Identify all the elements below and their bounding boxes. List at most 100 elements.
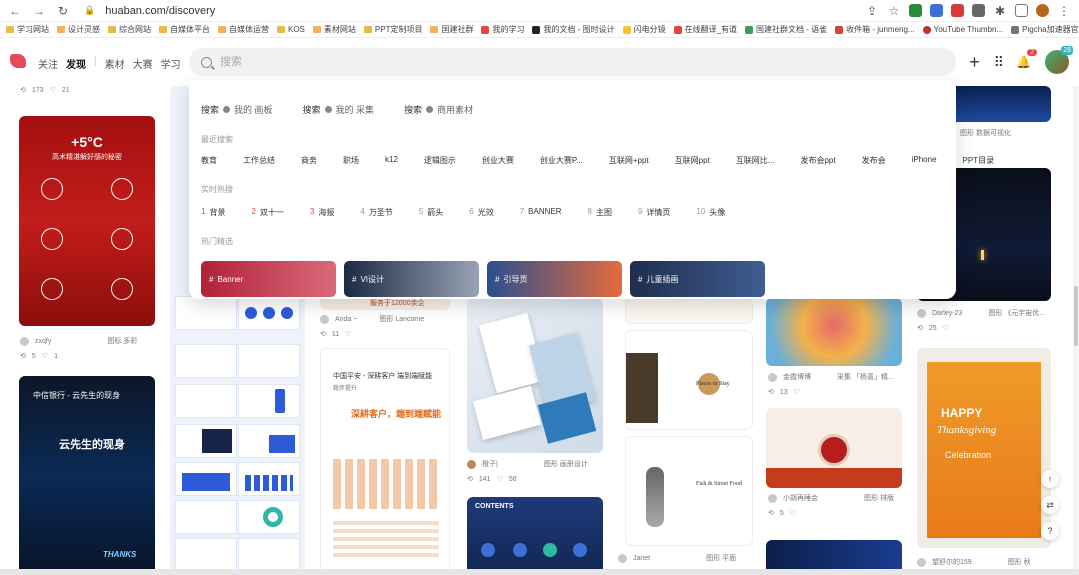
pin-card[interactable] [625,298,753,324]
bookmark[interactable]: 素材网站 [312,24,356,35]
hot-item[interactable]: 10 头像 [696,207,725,218]
recent-item[interactable]: 创业大赛P... [540,155,583,166]
url-field[interactable]: huaban.com/discovery [105,5,855,17]
lock-icon[interactable]: 🔒 [84,5,95,16]
bookmark[interactable]: 国建社群 [430,24,473,35]
bookmark[interactable]: PPT定制项目 [363,24,422,35]
extension-icon[interactable] [951,4,964,17]
extension-icon[interactable] [972,4,985,17]
pin-card[interactable]: CONTENTS [467,497,603,575]
bookmark[interactable]: 学习网站 [6,24,49,35]
help-button[interactable]: ? [1041,522,1059,540]
hot-item[interactable]: 1 背景 [201,207,225,218]
pick-card[interactable]: # VI设计 [344,261,479,297]
extension-icon[interactable] [930,4,943,17]
save-icon: ⟲ [917,325,923,332]
bookmark[interactable]: 我的文档 - 图时设计 [532,24,615,35]
scope-my-pins[interactable]: 搜索 我的 采集 [303,103,375,116]
scope-commercial[interactable]: 搜索 商用素材 [404,103,473,116]
bookmark[interactable]: YouTube Thumbn... [922,25,1003,34]
nav-learn[interactable]: 学习 [161,56,181,71]
pin-card[interactable] [766,408,902,488]
reload-icon[interactable]: ↻ [56,4,70,18]
recent-item[interactable]: 工作总结 [243,155,275,166]
nav-contests[interactable]: 大赛 [133,56,153,71]
pin-card[interactable]: 中信银行 - 云先生的现身 云先生的现身 THANKS [19,376,155,575]
star-icon[interactable]: ☆ [887,4,901,18]
search-input[interactable] [220,56,900,68]
pick-card[interactable]: # 儿童插画 [630,261,765,297]
pin-card[interactable] [467,298,603,453]
recent-item[interactable]: PPT目录 [963,155,995,166]
scroll-thumb[interactable] [1074,286,1078,346]
bookmark[interactable]: 收件箱 - junmeng... [835,24,915,35]
heart-icon: ♡ [41,353,49,360]
pin-card[interactable] [766,298,902,366]
bookmark[interactable]: 闪电分镜 [622,24,666,35]
bookmark[interactable]: Pigcha加速器官网 [1011,24,1079,35]
hot-item[interactable]: 8 主图 [588,207,612,218]
sidebar-icon[interactable] [1015,4,1028,17]
bookmark[interactable]: KOS [277,25,305,34]
recent-item[interactable]: 互联网+ppt [609,155,649,166]
huaban-logo[interactable] [10,54,26,68]
slide-thumb [175,344,237,378]
back-icon[interactable]: ← [8,4,22,18]
avatar-badge: 28 [1061,46,1073,55]
pin-card[interactable]: Places to Stay [625,330,753,430]
hot-item[interactable]: 9 详情页 [638,207,670,218]
recent-item[interactable]: 职场 [343,155,359,166]
recent-item[interactable]: 互联网比... [736,155,775,166]
nav-discover[interactable]: 发现 [66,56,86,71]
puzzle-icon[interactable]: ✱ [993,4,1007,18]
pin-card[interactable]: HAPPY Thanksgiving Celebration [917,348,1051,548]
share-icon[interactable]: ⇪ [865,4,879,18]
avatar[interactable]: 28 [1045,46,1073,74]
extension-icon[interactable] [909,4,922,17]
folder-icon [363,26,372,33]
bookmark[interactable]: 综合网站 [108,24,151,35]
recent-item[interactable]: 逻辑图示 [424,155,456,166]
nav-materials[interactable]: 素材 [105,56,125,71]
pick-card[interactable]: # Banner [201,261,336,297]
recent-item[interactable]: iPhone [912,155,937,166]
back-to-top-button[interactable]: ↑ [1041,470,1059,488]
bell-icon[interactable]: 🔔 2 [1016,49,1037,69]
recent-item[interactable]: 创业大赛 [482,155,514,166]
pin-card[interactable]: +5°C 高术精湛解好感的秘密 [19,116,155,326]
hot-item[interactable]: 6 光效 [469,207,493,218]
slide-thumb [238,500,300,534]
swap-button[interactable]: ⇄ [1041,496,1059,514]
nav-follow[interactable]: 关注 [38,56,58,71]
scope-my-boards[interactable]: 搜索 我的 画板 [201,103,273,116]
profile-avatar[interactable] [1036,4,1049,17]
hot-item[interactable]: 4 万圣节 [360,207,392,218]
menu-icon[interactable]: ⋮ [1057,4,1071,18]
pin-card[interactable]: 中国平安 - 深耕客户 端到端赋能 稳步提升 深耕客户，端到端赋能 [320,348,450,575]
grid-icon[interactable]: ⠿ [994,54,1004,71]
picks-title: 热门精选 [201,237,233,246]
recent-item[interactable]: 教育 [201,155,217,166]
bookmark[interactable]: 自媒体平台 [159,24,210,35]
recent-item[interactable]: 互联网ppt [675,155,710,166]
bookmark[interactable]: 设计灵感 [57,24,100,35]
recent-item[interactable]: k12 [385,155,398,166]
hot-item[interactable]: 7 BANNER [520,207,562,218]
hot-item[interactable]: 3 海报 [310,207,334,218]
hot-item[interactable]: 2 双十一 [251,207,283,218]
forward-icon[interactable]: → [32,4,46,18]
recent-item[interactable]: 发布会 [862,155,886,166]
recent-item[interactable]: 商务 [301,155,317,166]
hot-item[interactable]: 5 箭头 [419,207,443,218]
pin-card[interactable]: Fish & Street Food [625,436,753,546]
scrollbar[interactable] [1073,86,1079,575]
bookmark[interactable]: 自媒体运营 [218,24,269,35]
plus-icon[interactable]: + [969,52,980,73]
recent-item[interactable]: 发布会ppt [800,155,835,166]
bookmark[interactable]: 国建社群文档 - 语雀 [745,24,827,35]
bookmark[interactable]: 在线翻译_有道 [673,24,737,35]
folder-icon [312,26,321,33]
bookmark[interactable]: 我的学习 [481,24,524,35]
pick-card[interactable]: # 引导页 [487,261,622,297]
search-bar[interactable] [189,48,956,76]
